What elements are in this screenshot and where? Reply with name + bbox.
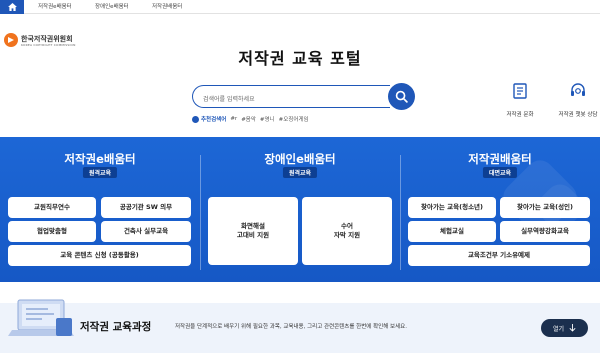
laptop-illustration-icon [8,299,74,336]
top-navigation: 저작권e배움터 장애인e배움터 저작권배움터 [0,0,600,14]
search-button[interactable] [388,83,415,110]
course-button[interactable]: 건축사 실무교육 [101,221,191,242]
banner-title: 저작권 교육과정 [80,321,152,333]
course-button[interactable]: 찾아가는 교육(청소년) [408,197,496,218]
course-button[interactable]: 체험교실 [408,221,496,242]
education-panel: 저작권e배움터 원격교육 교원직무연수 공공기관 SW 의무 협업맞춤형 건축사… [0,137,600,282]
section-title: 저작권e배움터 [64,152,136,166]
open-button[interactable]: 열기 [541,319,588,337]
course-button[interactable]: 찾아가는 교육(성인) [500,197,590,218]
section-badge: 원격교육 [282,167,318,178]
tab-copyright-elearning[interactable]: 저작권e배움터 [38,2,72,10]
arrow-down-icon [569,324,576,332]
keyword-tag[interactable]: #오징어게임 [279,115,309,123]
course-button[interactable]: 교원직무연수 [8,197,96,218]
tab-copyright-learning[interactable]: 저작권배움터 [152,2,182,10]
search-input[interactable] [203,89,383,110]
quick-link-label: 저작권 문화 [506,112,534,118]
keyword-tag[interactable]: #영니 [260,115,275,123]
course-button[interactable]: 교육조건부 기소유예제 [408,245,590,266]
thumbs-up-icon [192,115,199,123]
course-button[interactable]: 실무역량강화교육 [500,221,590,242]
recommended-keywords: 추천검색어 #r #음악 #영니 #오징어게임 [192,114,309,124]
section-title: 장애인e배움터 [264,152,336,166]
search-icon [395,90,408,103]
course-button[interactable]: 공공기관 SW 의무 [101,197,191,218]
section-badge: 원격교육 [82,167,118,178]
headset-icon [571,83,585,96]
book-icon [513,83,527,99]
quick-link-chatbot[interactable]: 저작권 챗봇 상담 [556,82,600,118]
keyword-tag[interactable]: #음악 [241,115,256,123]
home-icon [7,3,17,11]
page-title: 저작권 교육 포털 [238,49,362,68]
course-button[interactable]: 교육 콘텐츠 신청 (공동활용) [8,245,191,266]
recommended-label: 추천검색어 [192,115,226,123]
search-box [192,85,390,110]
course-button[interactable]: 수어 자막 지원 [302,197,392,265]
course-button[interactable]: 화면해설 고대비 지원 [208,197,298,265]
keyword-tag[interactable]: #r [230,116,237,122]
banner-description: 저작권을 단계적으로 배우기 위해 필요한 과목, 교육내용, 그리고 관련콘텐… [175,324,407,330]
tab-disabled-elearning[interactable]: 장애인e배움터 [95,2,129,10]
section-badge: 대면교육 [482,167,518,178]
course-button[interactable]: 협업맞춤형 [8,221,96,242]
course-banner: 저작권 교육과정 저작권을 단계적으로 배우기 위해 필요한 과목, 교육내용,… [0,299,600,353]
home-button[interactable] [0,0,24,14]
quick-link-copyright-culture[interactable]: 저작권 문화 [498,82,542,118]
section-title: 저작권배움터 [468,152,532,166]
quick-link-label: 저작권 챗봇 상담 [558,112,598,118]
